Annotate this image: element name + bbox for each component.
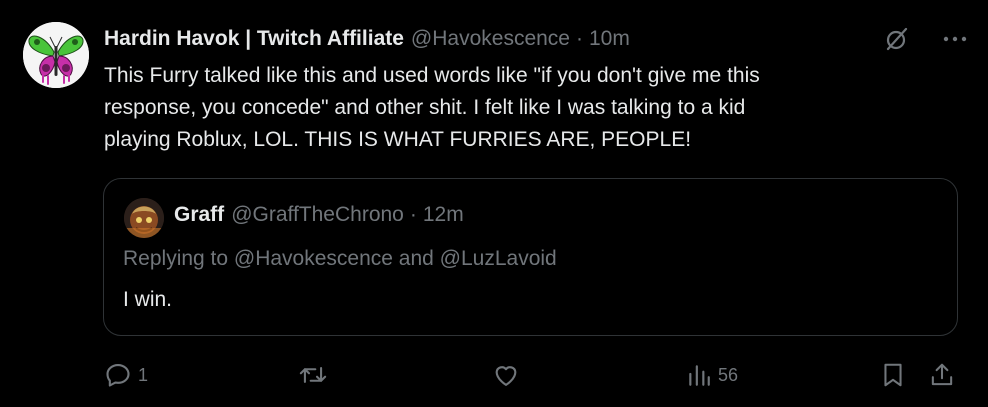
views-count: 56 [718, 364, 739, 385]
views-button[interactable]: 56 [686, 355, 738, 395]
quoted-timestamp[interactable]: 12m [423, 203, 464, 227]
tweet-text: This Furry talked like this and used wor… [104, 60, 964, 156]
reply-button[interactable]: 1 [104, 355, 148, 395]
bookmark-icon [880, 361, 906, 389]
quoted-author-avatar[interactable] [124, 198, 164, 238]
quoted-tweet[interactable]: Graff @GraffTheChrono · 12m Replying to … [103, 178, 958, 336]
share-icon [929, 361, 955, 389]
retweet-button[interactable] [298, 355, 334, 395]
quoted-header-separator: · [409, 203, 417, 226]
quoted-author-handle[interactable]: @GraffTheChrono [231, 203, 404, 227]
quoted-tweet-text: I win. [123, 288, 173, 311]
reply-icon [104, 361, 132, 389]
grok-slash-icon[interactable] [880, 24, 914, 54]
bookmark-button[interactable] [880, 355, 906, 395]
share-button[interactable] [929, 355, 955, 395]
more-icon[interactable] [938, 24, 972, 54]
analytics-bars-icon [686, 362, 712, 388]
tweet-text-line: playing Roblux, LOL. THIS IS WHAT FURRIE… [104, 128, 692, 151]
author-display-name[interactable]: Hardin Havok | Twitch Affiliate [104, 27, 404, 51]
tweet-header: Hardin Havok | Twitch Affiliate @Havokes… [104, 24, 630, 54]
butterfly-avatar-icon [23, 22, 89, 88]
like-button[interactable] [492, 355, 526, 395]
header-separator: · [575, 27, 583, 50]
heart-icon [492, 361, 520, 389]
replying-to: Replying to @Havokescence and @LuzLavoid [123, 247, 557, 270]
retweet-icon [298, 361, 328, 389]
tweet-text-line: This Furry talked like this and used wor… [104, 64, 760, 87]
tweet-top-actions [880, 24, 972, 54]
quoted-tweet-header: Graff @GraffTheChrono · 12m [174, 203, 464, 227]
quoted-author-display-name[interactable]: Graff [174, 203, 224, 227]
post-timestamp[interactable]: 10m [589, 27, 630, 51]
action-bar: 1 56 [0, 355, 988, 395]
tweet-text-line: response, you concede" and other shit. I… [104, 96, 746, 119]
author-avatar[interactable] [23, 22, 89, 88]
tweet[interactable]: Hardin Havok | Twitch Affiliate @Havokes… [0, 0, 988, 407]
author-handle[interactable]: @Havokescence [411, 27, 570, 51]
reply-count: 1 [138, 364, 149, 385]
